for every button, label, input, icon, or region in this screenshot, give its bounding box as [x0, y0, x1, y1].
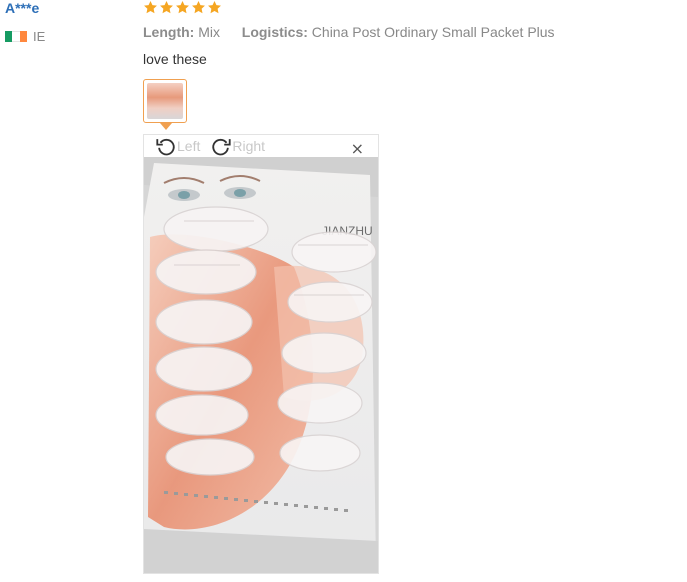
logistics-label: Logistics: — [241, 24, 308, 40]
star-icon — [160, 0, 173, 14]
star-icon — [176, 0, 189, 14]
review-attributes: Length: Mix Logistics: China Post Ordina… — [143, 24, 555, 40]
country-code: IE — [33, 29, 46, 44]
rotate-left-icon — [156, 138, 175, 156]
rotate-left-label: Left — [177, 138, 201, 154]
logistics-value: China Post Ordinary Small Packet Plus — [311, 24, 555, 40]
review-photo: JIANZHU — [144, 157, 378, 573]
flag-ie-icon — [5, 31, 27, 42]
length-label: Length: — [143, 24, 195, 40]
thumbnail-image — [147, 83, 183, 119]
rotate-left-button[interactable]: Left — [155, 135, 200, 157]
thumbnail-pointer — [160, 123, 172, 130]
rotate-right-button[interactable]: Right — [210, 135, 265, 157]
reviewer-name: A***e — [5, 0, 40, 16]
star-icon — [144, 0, 157, 14]
rotate-right-icon — [212, 138, 231, 156]
star-icon — [192, 0, 205, 14]
reviewer-country: IE — [5, 29, 45, 44]
review-item: A***e IE Length: Mix Logistics: China Po… — [0, 0, 687, 582]
review-photo-thumbnail[interactable] — [143, 79, 187, 123]
length-value: Mix — [198, 24, 220, 40]
photo-viewer: Left Right × JIANZHU — [143, 134, 379, 574]
star-rating — [143, 0, 222, 15]
viewer-toolbar: Left Right × — [144, 135, 378, 158]
rotate-right-label: Right — [232, 138, 266, 154]
review-photo-image: JIANZHU — [144, 157, 378, 573]
star-icon — [208, 0, 221, 14]
close-icon[interactable]: × — [351, 139, 364, 158]
review-comment: love these — [143, 51, 207, 67]
